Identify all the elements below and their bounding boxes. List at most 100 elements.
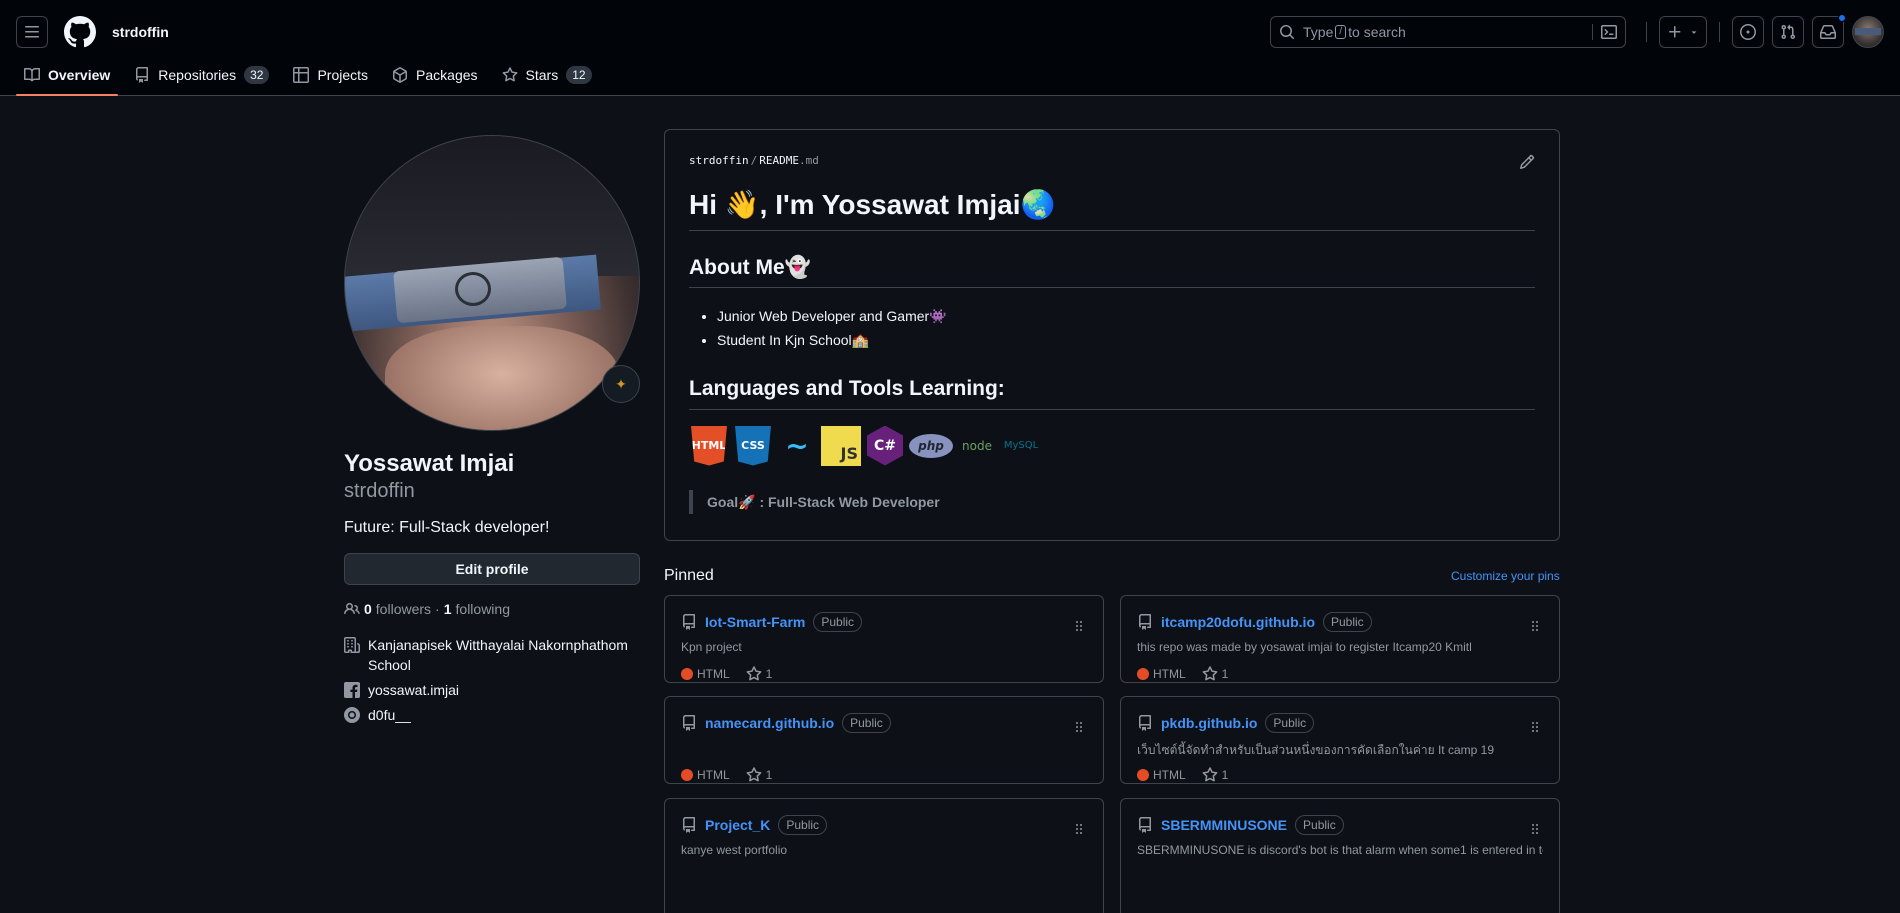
about-item: Junior Web Developer and Gamer👾 [717,304,1535,328]
context-username[interactable]: strdoffin [112,24,169,40]
plus-icon [1669,26,1681,38]
profile-bio: Future: Full-Stack developer! [344,519,550,536]
tools-logos: HTML CSS ~ JS C# php node MySQL [689,425,1535,466]
grabber-icon [1076,824,1082,834]
command-palette-button[interactable] [1592,24,1617,40]
tab-label: Stars [525,67,559,83]
repo-description [681,741,1087,759]
repo-language: HTML [697,768,730,782]
tab-projects[interactable]: Projects [285,55,376,95]
language-color-dot [681,668,693,680]
star-icon [1202,666,1218,681]
package-icon [393,67,408,83]
repo-name-link[interactable]: SBERMMINUSONE [1161,817,1287,833]
visibility-badge: Public [842,713,891,733]
php-logo-icon[interactable]: php [909,433,953,458]
people-icon [344,602,360,615]
main-content: ✦ Yossawat Imjai strdoffin Future: Full-… [0,96,1900,913]
repo-description: Kpn project [681,640,742,654]
repo-name-link[interactable]: itcamp20dofu.github.io [1161,614,1315,630]
menu-button[interactable] [16,16,48,48]
drag-handle[interactable] [1527,821,1543,837]
repo-icon [683,715,695,731]
drag-handle[interactable] [1527,618,1543,634]
stars-count-badge: 12 [566,66,592,84]
search-placeholder-after: to search [1348,24,1406,40]
instagram-icon [344,707,360,723]
follow-stats: 0 followers · 1 following [344,601,640,617]
tab-stars[interactable]: Stars 12 [494,55,600,95]
follow-separator: · [435,601,440,617]
csharp-logo-icon[interactable]: C# [867,425,903,466]
grabber-icon [1532,824,1538,834]
repo-stars-link[interactable]: 1 [1202,767,1228,783]
readme-title: Hi 👋, I'm Yossawat Imjai🌏 [689,187,1535,231]
html5-logo-icon[interactable]: HTML [691,425,727,466]
profile-fullname: Yossawat Imjai [344,450,515,477]
create-new-button[interactable] [1659,16,1707,48]
language-color-dot [1137,668,1149,680]
star-icon [746,666,762,681]
edit-profile-button[interactable]: Edit profile [344,553,640,585]
edit-readme-button[interactable] [1519,154,1535,170]
about-list: Junior Web Developer and Gamer👾 Student … [689,304,1535,352]
facebook-icon [344,682,360,698]
terminal-icon [1601,25,1617,39]
repo-stars-link[interactable]: 1 [746,666,772,682]
repo-name-link[interactable]: Project_K [705,817,770,833]
repo-meta: HTML 1 [681,767,1087,783]
tab-packages[interactable]: Packages [384,55,485,95]
repo-stars-link[interactable]: 1 [1202,666,1228,682]
user-avatar-button[interactable] [1852,16,1884,48]
drag-handle[interactable] [1071,821,1087,837]
repo-icon [1139,817,1151,833]
readme-file-link[interactable]: README.md [759,154,819,167]
repo-stars-link[interactable]: 1 [746,767,772,783]
following-link[interactable]: 1 following [444,601,510,617]
repo-description: kanye west portfolio [681,843,788,857]
search-input[interactable]: Type / to search [1270,16,1626,48]
pinned-repo-card: itcamp20dofu.github.io Public this repo … [1120,595,1560,683]
repo-name-link[interactable]: namecard.github.io [705,715,834,731]
javascript-logo-icon[interactable]: JS [821,425,861,466]
repo-name-link[interactable]: Iot-Smart-Farm [705,614,805,630]
nodejs-logo-icon[interactable]: node [957,426,997,466]
repo-name-link[interactable]: pkdb.github.io [1161,715,1257,731]
readme-card: strdoffin / README.md Hi 👋, I'm Yossawat I… [664,129,1560,541]
customize-pins-link[interactable]: Customize your pins [1451,569,1560,583]
triangle-down-icon [1691,31,1697,34]
facebook-link[interactable]: yossawat.imjai [368,680,459,700]
repo-description: this repo was made by yosawat imjai to r… [1137,640,1472,654]
pinned-repo-card: SBERMMINUSONE Public SBERMMINUSONE is di… [1120,798,1560,913]
css3-logo-icon[interactable]: CSS [735,425,771,466]
organization-item: Kanjanapisek Witthayalai Nakornphathom S… [344,635,640,675]
inbox-button[interactable] [1812,14,1846,48]
profile-sidebar: ✦ Yossawat Imjai strdoffin Future: Full-… [344,135,640,730]
about-heading: About Me👻 [689,255,1535,289]
git-pull-request-icon [1781,24,1796,40]
grabber-icon [1532,621,1538,631]
repo-language: HTML [1153,667,1186,681]
mysql-logo-icon[interactable]: MySQL [1001,426,1041,466]
profile-login: strdoffin [344,480,415,502]
tailwind-logo-icon[interactable]: ~ [777,426,817,466]
tab-label: Projects [317,67,369,83]
followers-link[interactable]: 0 followers [364,601,431,617]
grabber-icon [1076,722,1082,732]
instagram-link[interactable]: d0fu__ [368,705,411,725]
pull-requests-button[interactable] [1772,16,1804,48]
set-status-button[interactable]: ✦ [602,365,640,403]
language-color-dot [1137,769,1149,781]
github-logo-icon[interactable] [63,16,96,48]
issues-button[interactable] [1732,16,1764,48]
grabber-icon [1532,722,1538,732]
profile-avatar[interactable] [344,135,640,431]
drag-handle[interactable] [1071,618,1087,634]
tab-repositories[interactable]: Repositories 32 [126,55,277,95]
drag-handle[interactable] [1071,719,1087,735]
readme-owner-link[interactable]: strdoffin [689,154,749,167]
tab-overview[interactable]: Overview [16,55,119,96]
drag-handle[interactable] [1527,719,1543,735]
instagram-item: d0fu__ [344,705,640,725]
pinned-repo-card: Project_K Public kanye west portfolio [664,798,1104,913]
